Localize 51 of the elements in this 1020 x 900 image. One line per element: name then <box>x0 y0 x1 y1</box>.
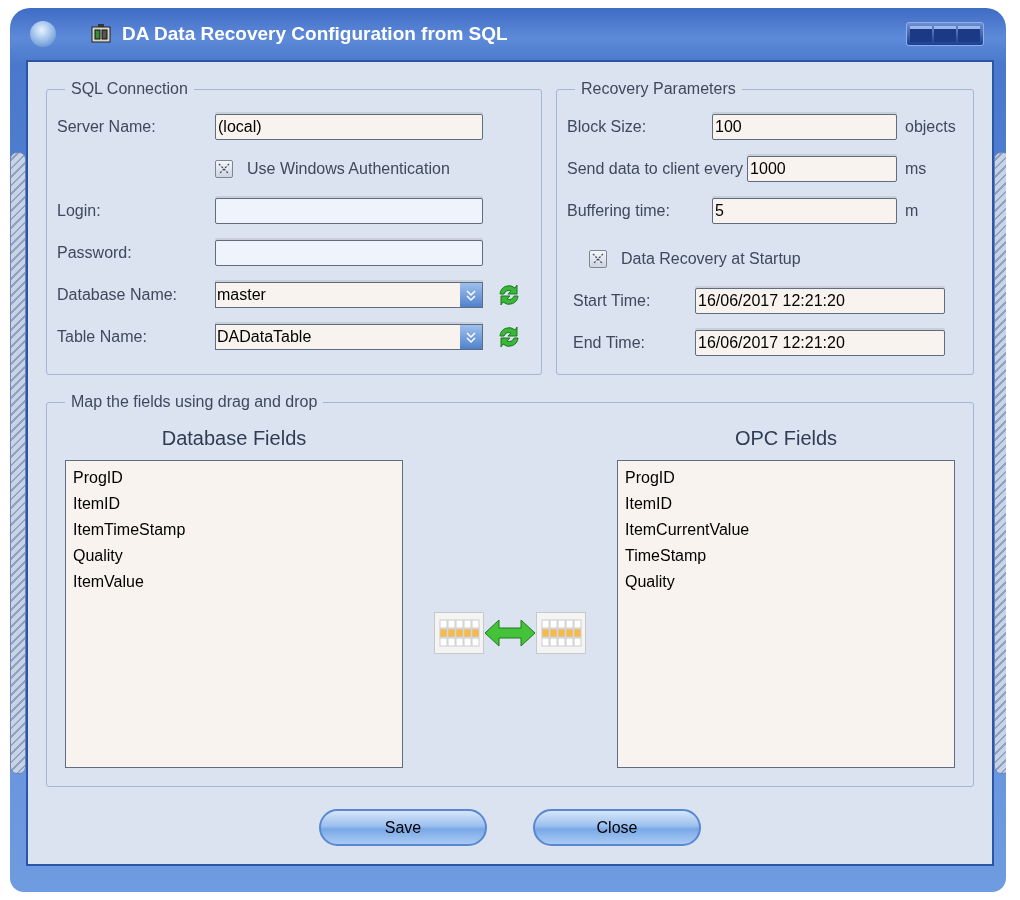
table-icon <box>434 611 484 654</box>
list-item[interactable]: Quality <box>625 569 947 595</box>
chevron-icon <box>465 330 477 344</box>
field-label: Start Time: <box>573 292 652 310</box>
list-item[interactable]: TimeStamp <box>625 543 947 569</box>
checkbox-label: Use Windows Authentication <box>247 160 450 178</box>
list-item[interactable]: ItemValue <box>73 569 395 595</box>
unit-label: objects <box>905 118 957 136</box>
field-label: Password: <box>57 244 133 262</box>
field-label: Server Name: <box>57 118 157 136</box>
double-arrow-icon <box>484 617 536 648</box>
field-label: Buffering time: <box>567 202 671 220</box>
field-label: End Time: <box>573 334 647 352</box>
list-item[interactable]: Quality <box>73 543 395 569</box>
chevron-icon <box>465 288 477 302</box>
list-item[interactable]: ItemTimeStamp <box>73 517 395 543</box>
window-buttons[interactable] <box>906 22 984 46</box>
number-field[interactable]: 1000 <box>747 156 897 182</box>
checkbox[interactable] <box>215 160 233 178</box>
datetime-field[interactable]: 16/06/2017 12:21:20 <box>695 330 945 356</box>
number-field[interactable]: 5 <box>712 198 897 224</box>
field-label: Login: <box>57 202 102 220</box>
text-field[interactable]: (local) <box>215 114 483 140</box>
table-icon <box>536 611 586 654</box>
dropdown[interactable]: master <box>215 282 483 308</box>
list-title: Database Fields <box>161 427 307 450</box>
field-label: Table Name: <box>57 328 148 346</box>
field-label: Block Size: <box>567 118 648 136</box>
group-title: Map the fields using drag and drop <box>70 393 319 411</box>
unit-label: ms <box>905 160 928 178</box>
app-icon <box>90 23 112 45</box>
list-title: OPC Fields <box>734 427 838 450</box>
window-title: DA Data Recovery Configuration from SQL <box>122 23 509 45</box>
checkbox-label: Data Recovery at Startup <box>621 250 801 268</box>
group-title: Recovery Parameters <box>580 80 737 98</box>
group-title: SQL Connection <box>70 80 189 98</box>
dialog-button[interactable]: Close <box>533 809 701 846</box>
number-field[interactable]: 100 <box>712 114 897 140</box>
dialog-button[interactable]: Save <box>319 809 487 846</box>
list-item[interactable]: ProgID <box>73 465 395 491</box>
checkbox[interactable] <box>589 250 607 268</box>
list-item[interactable]: ItemID <box>73 491 395 517</box>
list-item[interactable]: ProgID <box>625 465 947 491</box>
dropdown[interactable]: DADataTable <box>215 324 483 350</box>
datetime-field[interactable]: 16/06/2017 12:21:20 <box>695 288 945 314</box>
list-item[interactable]: ItemID <box>625 491 947 517</box>
list-item[interactable]: ItemCurrentValue <box>625 517 947 543</box>
field-label: Database Name: <box>57 286 179 304</box>
field-label: Send data to client every <box>567 160 744 178</box>
unit-label: m <box>905 202 920 220</box>
orb-icon[interactable] <box>30 21 56 47</box>
